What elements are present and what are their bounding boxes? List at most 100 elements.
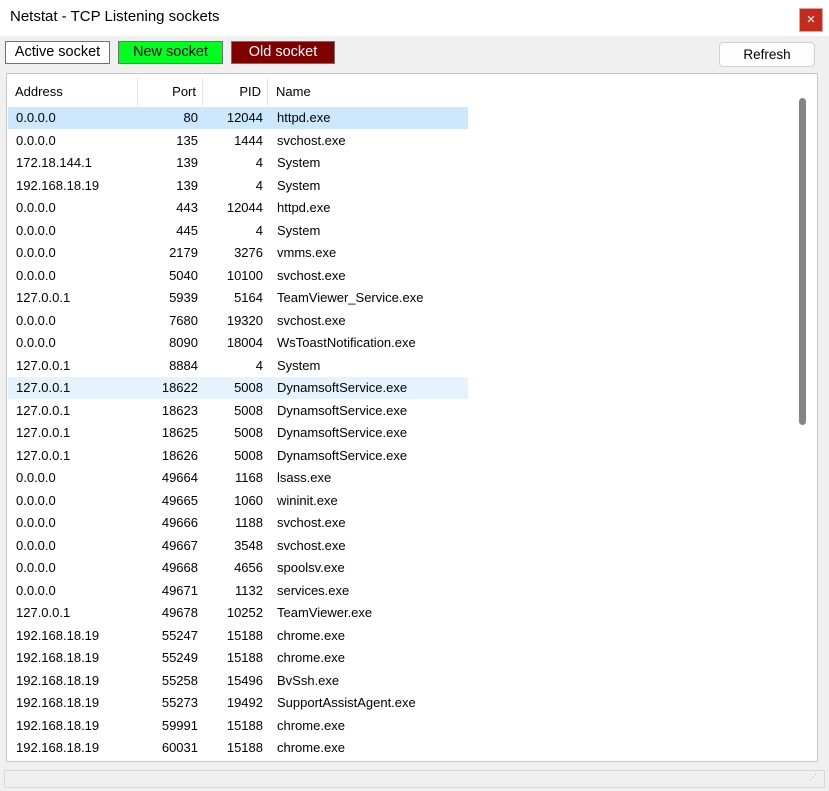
table-row[interactable]: 0.0.0.0 49666 1188 svchost.exe — [8, 512, 468, 534]
table-row[interactable]: 0.0.0.0 49667 3548 svchost.exe — [8, 535, 468, 557]
table-row[interactable]: 192.168.18.19 60031 15188 chrome.exe — [8, 737, 468, 759]
cell-port: 18622 — [161, 380, 198, 395]
table-row[interactable]: 192.168.18.19 55249 15188 chrome.exe — [8, 647, 468, 669]
cell-name: TeamViewer_Service.exe — [277, 290, 424, 305]
cell-name: DynamsoftService.exe — [277, 402, 408, 418]
cell-port: 49664 — [161, 470, 198, 485]
cell-pid: 1060 — [234, 492, 263, 508]
table-row[interactable]: 0.0.0.0 49668 4656 spoolsv.exe — [8, 557, 468, 579]
cell-address: 0.0.0.0 — [16, 560, 56, 575]
cell-name: TeamViewer.exe — [277, 605, 373, 620]
cell-address: 192.168.18.19 — [16, 740, 100, 755]
cell-name: svchost.exe — [277, 537, 346, 553]
cell-name: httpd.exe — [277, 200, 331, 215]
close-button[interactable]: × — [799, 8, 823, 32]
cell-port: 55249 — [161, 650, 198, 665]
cell-address: 0.0.0.0 — [16, 110, 56, 125]
column-header-pid[interactable]: PID — [203, 78, 268, 106]
cell-port: 18626 — [161, 447, 198, 463]
socket-list[interactable]: Address Port PID Name 0.0.0.0 80 12044 http… — [6, 73, 818, 762]
cell-address: 0.0.0.0 — [16, 335, 56, 350]
cell-name: System — [277, 177, 321, 193]
table-row[interactable]: 127.0.0.1 49678 10252 TeamViewer.exe — [8, 602, 468, 624]
column-header-address[interactable]: Address — [7, 78, 138, 106]
cell-pid: 15188 — [226, 717, 263, 733]
table-row[interactable]: 127.0.0.1 18626 5008 DynamsoftService.exe — [8, 445, 468, 467]
cell-name: lsass.exe — [277, 470, 332, 485]
cell-pid: 5008 — [234, 425, 263, 440]
table-row[interactable]: 0.0.0.0 49671 1132 services.exe — [8, 580, 468, 602]
netstat-window: Netstat - TCP Listening sockets × Active… — [0, 0, 829, 791]
cell-name: chrome.exe — [277, 650, 345, 665]
cell-pid: 3548 — [234, 537, 263, 553]
cell-name: DynamsoftService.exe — [277, 380, 408, 395]
table-row[interactable]: 127.0.0.1 5939 5164 TeamViewer_Service.exe — [8, 287, 468, 309]
cell-name: System — [277, 155, 321, 170]
title-bar[interactable]: Netstat - TCP Listening sockets × — [0, 0, 829, 36]
cell-name: spoolsv.exe — [277, 560, 345, 575]
window-title: Netstat - TCP Listening sockets — [10, 8, 220, 25]
cell-name: svchost.exe — [277, 515, 346, 530]
legend-old-socket: Old socket — [231, 41, 335, 64]
table-row[interactable]: 0.0.0.0 443 12044 httpd.exe — [8, 197, 468, 219]
table-row[interactable]: 192.168.18.19 59991 15188 chrome.exe — [8, 715, 468, 737]
table-row[interactable]: 0.0.0.0 8090 18004 WsToastNotification.exe — [8, 332, 468, 354]
cell-address: 0.0.0.0 — [16, 582, 56, 598]
cell-port: 7680 — [169, 312, 198, 328]
cell-port: 55258 — [161, 672, 198, 688]
cell-name: BvSsh.exe — [277, 672, 340, 688]
cell-address: 0.0.0.0 — [16, 267, 56, 283]
table-row[interactable]: 0.0.0.0 445 4 System — [8, 220, 468, 242]
table-row[interactable]: 0.0.0.0 80 12044 httpd.exe — [8, 107, 468, 129]
cell-pid: 5164 — [234, 290, 263, 305]
cell-port: 49666 — [161, 515, 198, 530]
cell-port: 139 — [176, 177, 198, 193]
cell-port: 18623 — [161, 402, 198, 418]
table-row[interactable]: 127.0.0.1 18625 5008 DynamsoftService.exe — [8, 422, 468, 444]
cell-pid: 3276 — [234, 245, 263, 260]
cell-name: services.exe — [277, 582, 350, 598]
cell-port: 49665 — [161, 492, 198, 508]
table-row[interactable]: 192.168.18.19 139 4 System — [8, 175, 468, 197]
cell-pid: 4 — [255, 222, 263, 238]
table-row[interactable]: 127.0.0.1 8884 4 System — [8, 355, 468, 377]
table-row[interactable]: 192.168.18.19 55258 15496 BvSsh.exe — [8, 670, 468, 692]
table-row[interactable]: 172.18.144.1 139 4 System — [8, 152, 468, 174]
table-row[interactable]: 0.0.0.0 5040 10100 svchost.exe — [8, 265, 468, 287]
cell-name: chrome.exe — [277, 740, 345, 755]
cell-pid: 19492 — [226, 695, 263, 710]
cell-port: 80 — [183, 110, 198, 125]
table-row[interactable]: 0.0.0.0 49665 1060 wininit.exe — [8, 490, 468, 512]
table-row[interactable]: 0.0.0.0 7680 19320 svchost.exe — [8, 310, 468, 332]
table-row[interactable]: 0.0.0.0 49664 1168 lsass.exe — [8, 467, 468, 489]
cell-address: 192.168.18.19 — [16, 695, 100, 710]
cell-pid: 15188 — [226, 740, 263, 755]
cell-address: 172.18.144.1 — [16, 155, 92, 170]
cell-address: 127.0.0.1 — [16, 380, 71, 395]
cell-address: 0.0.0.0 — [16, 492, 56, 508]
cell-name: System — [277, 222, 321, 238]
cell-pid: 10252 — [226, 605, 263, 620]
cell-port: 445 — [176, 222, 198, 238]
cell-name: wininit.exe — [277, 492, 338, 508]
cell-pid: 10100 — [226, 267, 263, 283]
vertical-scrollbar-thumb[interactable] — [799, 98, 806, 425]
table-row[interactable]: 0.0.0.0 2179 3276 vmms.exe — [8, 242, 468, 264]
column-header-name[interactable]: Name — [268, 78, 469, 106]
table-row[interactable]: 192.168.18.19 55247 15188 chrome.exe — [8, 625, 468, 647]
table-row[interactable]: 0.0.0.0 135 1444 svchost.exe — [8, 130, 468, 152]
cell-address: 0.0.0.0 — [16, 200, 56, 215]
cell-address: 192.168.18.19 — [16, 672, 100, 688]
cell-address: 0.0.0.0 — [16, 132, 56, 148]
table-row[interactable]: 127.0.0.1 18623 5008 DynamsoftService.exe — [8, 400, 468, 422]
cell-port: 49668 — [161, 560, 198, 575]
table-row[interactable]: 192.168.18.19 55273 19492 SupportAssistAgen… — [8, 692, 468, 714]
cell-name: svchost.exe — [277, 312, 346, 328]
table-row[interactable]: 127.0.0.1 18622 5008 DynamsoftService.exe — [8, 377, 468, 399]
cell-pid: 5008 — [234, 402, 263, 418]
cell-address: 192.168.18.19 — [16, 177, 100, 193]
column-header-port[interactable]: Port — [138, 78, 203, 106]
refresh-button[interactable]: Refresh — [719, 42, 815, 67]
cell-pid: 18004 — [226, 335, 263, 350]
resize-grip-icon[interactable]: ⋰ — [809, 774, 818, 782]
